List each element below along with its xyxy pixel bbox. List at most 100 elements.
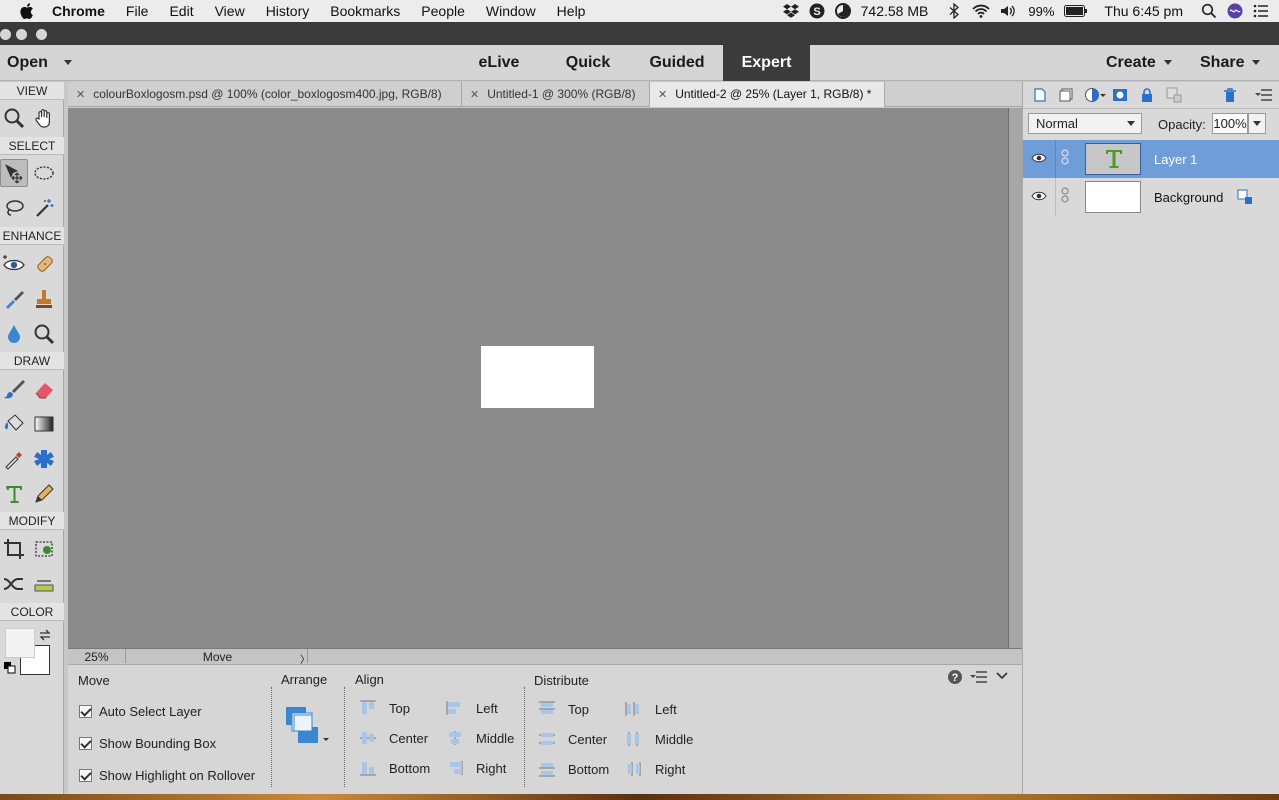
distribute-right-label[interactable]: Right (655, 762, 685, 777)
options-menu-icon[interactable] (970, 670, 988, 684)
menu-bookmarks[interactable]: Bookmarks (330, 3, 400, 19)
distribute-middle-label[interactable]: Middle (655, 732, 693, 747)
panel-menu-icon[interactable] (1255, 87, 1273, 103)
vertical-scrollbar[interactable] (1008, 108, 1022, 648)
layer-mask-icon[interactable] (1112, 87, 1128, 103)
align-left-icon[interactable] (446, 700, 464, 716)
document-tab[interactable]: ✕ colourBoxlogosm.psd @ 100% (color_boxlo… (68, 82, 462, 107)
smart-brush-tool-icon[interactable] (0, 285, 28, 313)
document-tab[interactable]: ✕ Untitled-1 @ 300% (RGB/8) (462, 82, 650, 107)
delete-layer-icon[interactable] (1222, 87, 1238, 103)
clone-stamp-tool-icon[interactable] (30, 285, 58, 313)
volume-icon[interactable] (1000, 3, 1018, 19)
align-center-label[interactable]: Center (389, 731, 428, 746)
mode-tab-guided[interactable]: Guided (641, 45, 713, 81)
straighten-tool-icon[interactable] (30, 570, 58, 598)
auto-select-layer-checkbox[interactable] (79, 705, 92, 718)
blend-mode-select[interactable]: Normal (1028, 113, 1142, 134)
crop-tool-icon[interactable] (0, 535, 28, 563)
collapse-options-icon[interactable] (996, 671, 1008, 681)
minimize-window-button[interactable] (16, 29, 27, 40)
layer-row-background[interactable]: Background (1023, 178, 1279, 216)
blur-tool-icon[interactable] (0, 320, 28, 348)
align-bottom-icon[interactable] (359, 760, 377, 776)
menu-help[interactable]: Help (557, 3, 586, 19)
eraser-tool-icon[interactable] (30, 375, 58, 403)
distribute-center-icon[interactable] (538, 731, 556, 747)
help-icon[interactable]: ? (947, 669, 963, 685)
opacity-dropdown-button[interactable] (1248, 113, 1266, 134)
distribute-bottom-label[interactable]: Bottom (568, 762, 609, 777)
battery-icon[interactable] (1064, 3, 1088, 19)
canvas-area[interactable] (68, 108, 1008, 648)
new-layer-icon[interactable] (1032, 87, 1048, 103)
default-colors-icon[interactable] (4, 662, 16, 674)
brush-tool-icon[interactable] (0, 375, 28, 403)
magic-wand-tool-icon[interactable] (30, 194, 58, 222)
share-button[interactable]: Share (1200, 54, 1261, 72)
custom-shape-tool-icon[interactable] (30, 445, 58, 473)
distribute-middle-icon[interactable] (625, 731, 643, 747)
dropbox-icon[interactable] (782, 3, 799, 19)
distribute-right-icon[interactable] (625, 761, 643, 777)
adjustment-layer-icon[interactable] (1084, 87, 1106, 103)
mode-tab-expert[interactable]: Expert (723, 45, 810, 81)
wifi-icon[interactable] (972, 3, 991, 19)
align-center-icon[interactable] (359, 730, 377, 746)
menu-window[interactable]: Window (486, 3, 536, 19)
mode-tab-quick[interactable]: Quick (559, 45, 617, 81)
notification-center-icon[interactable] (1253, 3, 1269, 19)
arrange-menu-icon[interactable] (284, 705, 332, 747)
recompose-tool-icon[interactable] (30, 535, 58, 563)
menu-people[interactable]: People (421, 3, 465, 19)
layer-row-layer-1[interactable]: Layer 1 (1023, 140, 1279, 178)
red-eye-tool-icon[interactable] (0, 250, 28, 278)
document-tab-active[interactable]: ✕ Untitled-2 @ 25% (Layer 1, RGB/8) * (650, 82, 885, 107)
show-bounding-box-checkbox[interactable] (79, 737, 92, 750)
mode-tab-elive[interactable]: eLive (470, 45, 528, 81)
menu-chrome[interactable]: Chrome (52, 3, 105, 19)
eye-icon[interactable] (1031, 151, 1047, 165)
memory-gauge-icon[interactable] (834, 3, 851, 19)
foreground-color-swatch[interactable] (5, 628, 35, 658)
menu-view[interactable]: View (215, 3, 245, 19)
new-group-icon[interactable] (1058, 87, 1074, 103)
align-top-icon[interactable] (359, 700, 377, 716)
hand-tool-icon[interactable] (30, 104, 58, 132)
skype-icon[interactable]: S (809, 3, 825, 19)
document-canvas[interactable] (481, 346, 594, 408)
menu-history[interactable]: History (266, 3, 310, 19)
align-top-label[interactable]: Top (389, 701, 410, 716)
content-aware-move-tool-icon[interactable] (0, 570, 28, 598)
close-tab-icon[interactable]: ✕ (658, 89, 667, 101)
close-tab-icon[interactable]: ✕ (470, 89, 479, 101)
align-middle-label[interactable]: Middle (476, 731, 514, 746)
bluetooth-icon[interactable] (946, 3, 962, 19)
eye-icon[interactable] (1031, 189, 1047, 203)
menu-file[interactable]: File (126, 3, 149, 19)
distribute-top-label[interactable]: Top (568, 702, 589, 717)
show-highlight-checkbox[interactable] (79, 769, 92, 782)
elliptical-marquee-tool-icon[interactable] (30, 159, 58, 187)
paint-bucket-tool-icon[interactable] (0, 410, 28, 438)
pencil-tool-icon[interactable] (30, 480, 58, 508)
zoom-tool-icon[interactable] (0, 104, 28, 132)
link-icon[interactable] (1060, 149, 1070, 165)
layer-name[interactable]: Background (1154, 190, 1223, 205)
lock-all-icon[interactable] (1139, 87, 1155, 103)
swap-colors-icon[interactable] (38, 628, 52, 642)
align-right-label[interactable]: Right (476, 761, 506, 776)
zoom-level[interactable]: 25% (68, 649, 126, 664)
background-lock-icon[interactable] (1237, 189, 1253, 205)
distribute-left-icon[interactable] (625, 701, 643, 717)
sponge-tool-icon[interactable] (30, 320, 58, 348)
align-bottom-label[interactable]: Bottom (389, 761, 430, 776)
distribute-bottom-icon[interactable] (538, 761, 556, 777)
eyedropper-tool-icon[interactable] (0, 445, 28, 473)
close-tab-icon[interactable]: ✕ (76, 89, 85, 101)
clock[interactable]: Thu 6:45 pm (1104, 3, 1183, 19)
close-window-button[interactable] (0, 29, 11, 40)
spot-healing-tool-icon[interactable] (30, 250, 58, 278)
open-dropdown-icon[interactable] (64, 60, 72, 65)
create-button[interactable]: Create (1106, 54, 1172, 72)
